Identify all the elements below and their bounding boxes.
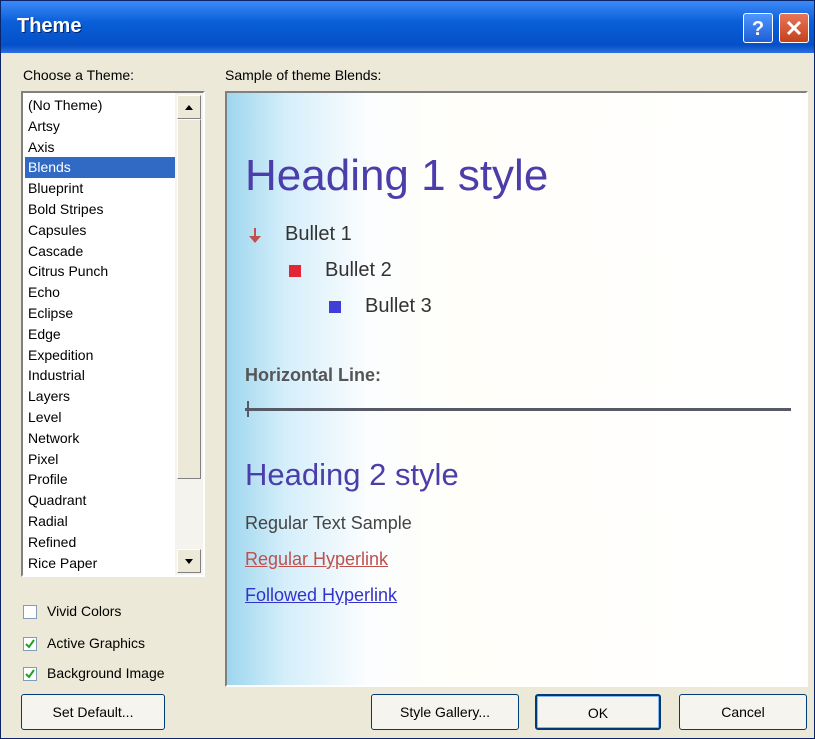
theme-list-item[interactable]: Expedition: [25, 345, 175, 366]
theme-list-item[interactable]: Pixel: [25, 449, 175, 470]
theme-list-item[interactable]: Network: [25, 428, 175, 449]
scroll-thumb[interactable]: [177, 119, 201, 479]
preview-hline-label: Horizontal Line:: [245, 365, 381, 385]
vivid-colors-label: Vivid Colors: [47, 603, 122, 619]
theme-list-item[interactable]: Eclipse: [25, 303, 175, 324]
ok-button[interactable]: OK: [535, 694, 661, 730]
theme-list-item[interactable]: Blueprint: [25, 178, 175, 199]
help-button[interactable]: ?: [743, 13, 773, 43]
sample-label: Sample of theme Blends:: [225, 67, 382, 83]
style-gallery-button[interactable]: Style Gallery...: [371, 694, 519, 730]
theme-list-item[interactable]: Citrus Punch: [25, 261, 175, 282]
choose-theme-label: Choose a Theme:: [23, 67, 135, 83]
title-bar[interactable]: Theme ?: [1, 1, 814, 53]
list-scrollbar[interactable]: [175, 93, 203, 575]
theme-list: (No Theme) Artsy Axis Blends Blueprint Bold S…: [25, 95, 175, 573]
theme-list-item[interactable]: Blends: [25, 157, 175, 179]
theme-list-item[interactable]: Layers: [25, 386, 175, 407]
theme-list-item[interactable]: Level: [25, 407, 175, 428]
theme-dialog: Theme ? Choose a Theme: Sample of theme …: [0, 0, 815, 739]
arrow-up-icon: [185, 105, 193, 110]
close-button[interactable]: [779, 13, 809, 43]
cancel-button[interactable]: Cancel: [679, 694, 807, 730]
theme-list-item[interactable]: Edge: [25, 324, 175, 345]
svg-text:?: ?: [752, 18, 764, 40]
theme-list-item[interactable]: Refined: [25, 532, 175, 553]
background-image-box[interactable]: [23, 667, 37, 681]
preview-heading2: Heading 2 style: [245, 457, 459, 492]
active-graphics-box[interactable]: [23, 637, 37, 651]
theme-list-item[interactable]: Bold Stripes: [25, 199, 175, 220]
theme-list-item[interactable]: Artsy: [25, 116, 175, 137]
theme-list-item[interactable]: Cascade: [25, 241, 175, 262]
scroll-down-button[interactable]: [177, 549, 201, 573]
preview-bullet1: Bullet 1: [285, 223, 352, 245]
theme-list-item[interactable]: Rice Paper: [25, 553, 175, 574]
set-default-button[interactable]: Set Default...: [21, 694, 165, 730]
preview-regular-text: Regular Text Sample: [245, 513, 412, 533]
question-mark-icon: ?: [752, 18, 764, 40]
close-icon: [786, 20, 802, 36]
preview-bullet3: Bullet 3: [365, 295, 432, 317]
scroll-up-button[interactable]: [177, 95, 201, 119]
theme-preview: Heading 1 style Bullet 1 Bullet 2 Bullet…: [225, 91, 808, 687]
window-title: Theme: [17, 15, 82, 37]
checkmark-icon: [25, 669, 35, 679]
background-image-label: Background Image: [47, 665, 165, 681]
preview-hyperlink[interactable]: Regular Hyperlink: [245, 549, 388, 570]
preview-followed-hyperlink[interactable]: Followed Hyperlink: [245, 585, 397, 606]
line-end-marker-icon: [247, 401, 249, 417]
preview-bullet2: Bullet 2: [325, 259, 392, 281]
theme-list-item[interactable]: Quadrant: [25, 490, 175, 511]
theme-list-item[interactable]: Capsules: [25, 220, 175, 241]
theme-list-item[interactable]: Radial: [25, 511, 175, 532]
theme-list-item[interactable]: Profile: [25, 469, 175, 490]
arrow-down-icon: [185, 559, 193, 564]
theme-list-item[interactable]: (No Theme): [25, 95, 175, 116]
theme-list-item[interactable]: Axis: [25, 137, 175, 158]
bullet-square-red-icon: [289, 265, 301, 277]
bullet-arrow-icon: [249, 228, 261, 243]
vivid-colors-box[interactable]: [23, 605, 37, 619]
active-graphics-label: Active Graphics: [47, 635, 146, 651]
theme-list-item[interactable]: Industrial: [25, 365, 175, 386]
bullet-square-blue-icon: [329, 301, 341, 313]
theme-list-item[interactable]: Echo: [25, 282, 175, 303]
checkmark-icon: [25, 639, 35, 649]
preview-heading1: Heading 1 style: [245, 151, 549, 200]
theme-listbox[interactable]: (No Theme) Artsy Axis Blends Blueprint Bold S…: [21, 91, 205, 577]
preview-horizontal-line: [245, 408, 791, 411]
